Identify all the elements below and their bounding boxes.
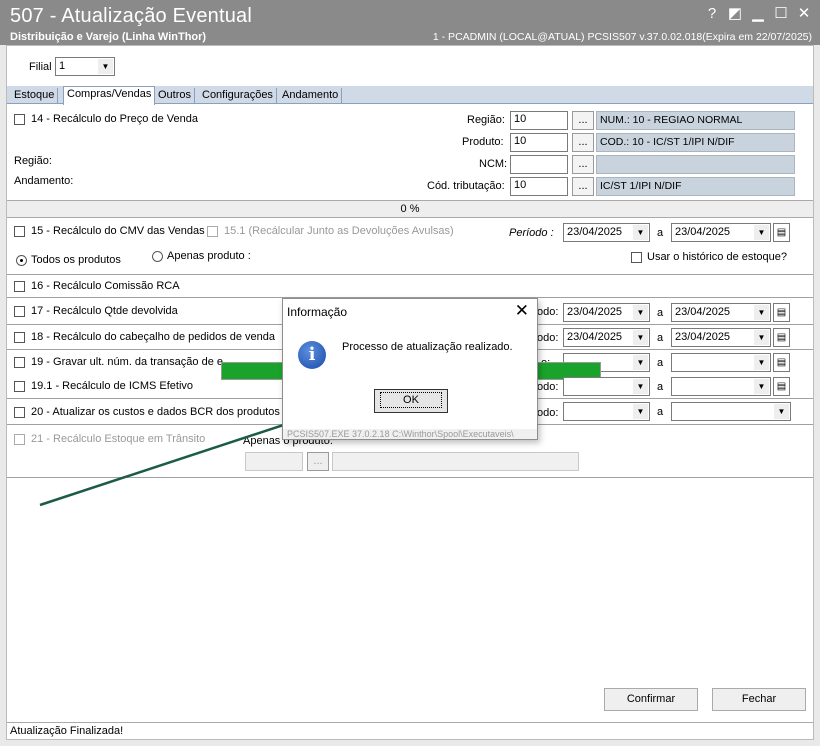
ok-button-label: OK <box>380 392 442 408</box>
dialog-footer: PCSIS507.EXE 37.0.2.18 C:\Winthor\Spool\… <box>287 429 514 439</box>
ok-button[interactable]: OK <box>374 389 448 413</box>
arrow-line <box>39 407 325 507</box>
dialog-message: Processo de atualização realizado. <box>342 341 513 353</box>
info-icon: i <box>298 341 326 369</box>
dialog-header: Informação ✕ <box>283 299 537 325</box>
dialog-body: i Processo de atualização realizado. OK <box>283 325 537 429</box>
dialog-title: Informação <box>287 305 348 319</box>
dialog-close-icon[interactable]: ✕ <box>515 301 529 321</box>
info-dialog: Informação ✕ i Processo de atualização r… <box>282 298 538 440</box>
